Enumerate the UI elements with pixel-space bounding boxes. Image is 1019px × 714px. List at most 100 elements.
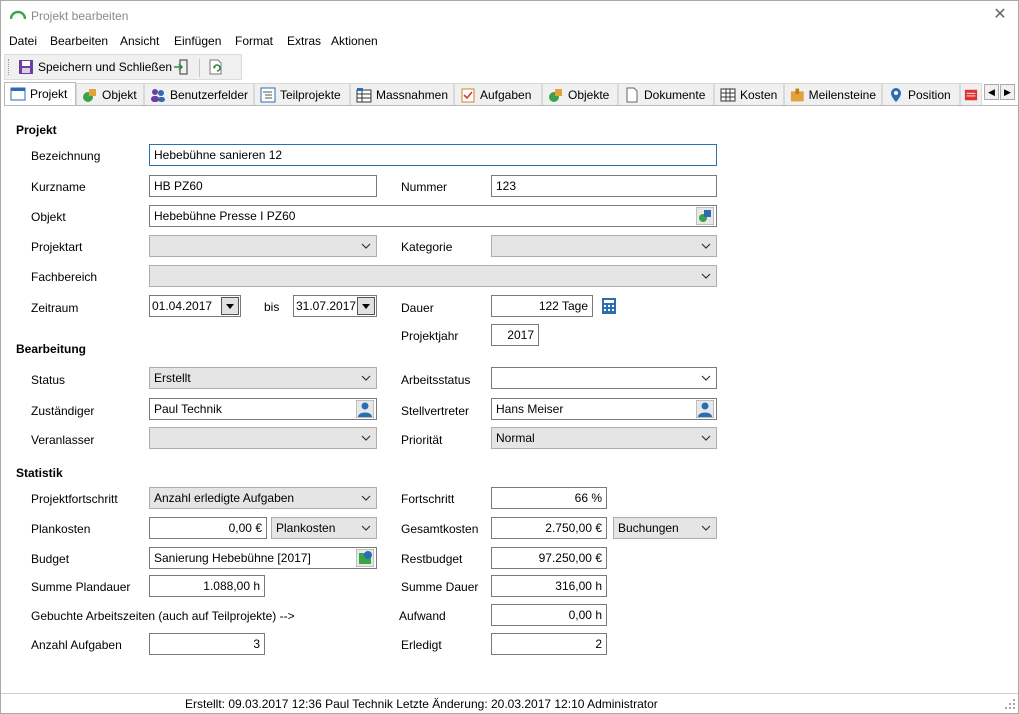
date-from-input[interactable]: 01.04.2017 (149, 295, 241, 317)
dauer-input[interactable]: 122 Tage (491, 295, 593, 317)
resize-grip-icon[interactable] (1004, 698, 1016, 710)
erledigt-input[interactable]: 2 (491, 633, 607, 655)
date-from-value: 01.04.2017 (152, 299, 213, 313)
anzahl-aufgaben-input[interactable]: 3 (149, 633, 265, 655)
tab-massnahmen[interactable]: Massnahmen (350, 83, 454, 105)
bis-label: bis (264, 300, 280, 314)
save-icon (19, 60, 33, 74)
projektfortschritt-label: Projektfortschritt (31, 492, 118, 506)
kurzname-label: Kurzname (31, 180, 86, 194)
budget-input[interactable]: Sanierung Hebebühne [2017] (149, 547, 377, 569)
document-icon (626, 87, 638, 102)
status-select[interactable]: Erstellt (149, 367, 377, 389)
aufwand-label: Aufwand (399, 609, 446, 623)
menu-bearbeiten[interactable]: Bearbeiten (50, 34, 108, 48)
objekt-input[interactable]: Hebebühne Presse I PZ60 (149, 205, 717, 227)
projektart-select[interactable] (149, 235, 377, 257)
zustaendiger-value: Paul Technik (154, 402, 222, 416)
tab-label: Position (908, 87, 951, 102)
close-icon[interactable]: ✕ (990, 5, 1010, 25)
tab-position[interactable]: Position (882, 83, 960, 105)
toolbar-grip[interactable] (8, 59, 10, 75)
exit-icon[interactable] (173, 59, 189, 75)
stellvertreter-label: Stellvertreter (401, 404, 470, 418)
date-to-dropdown-button[interactable] (357, 297, 375, 315)
tab-aufgaben[interactable]: Aufgaben (454, 83, 542, 105)
restbudget-label: Restbudget (401, 552, 463, 566)
menu-ansicht[interactable]: Ansicht (120, 34, 159, 48)
tab-teilprojekte[interactable]: Teilprojekte (254, 83, 350, 105)
zustaendiger-input[interactable]: Paul Technik (149, 398, 377, 420)
summe-dauer-input[interactable]: 316,00 h (491, 575, 607, 597)
date-to-value: 31.07.2017 (296, 299, 357, 313)
menu-extras[interactable]: Extras (287, 34, 321, 48)
restbudget-input[interactable]: 97.250,00 € (491, 547, 607, 569)
veranlasser-select[interactable] (149, 427, 377, 449)
prioritaet-select[interactable]: Normal (491, 427, 717, 449)
bezeichnung-label: Bezeichnung (31, 149, 101, 163)
tab-projekt[interactable]: Projekt (4, 82, 76, 105)
calculator-icon[interactable] (602, 298, 616, 314)
chevron-down-icon (361, 375, 371, 381)
summe-plandauer-input[interactable]: 1.088,00 h (149, 575, 265, 597)
tab-objekte[interactable]: Objekte (542, 83, 618, 105)
menu-einfuegen[interactable]: Einfügen (174, 34, 221, 48)
tab-benutzerfelder[interactable]: Benutzerfelder (144, 83, 254, 105)
tab-scroll-right-icon[interactable]: ▶ (1000, 84, 1015, 100)
tab-label: Dokumente (644, 87, 706, 102)
person-picker-icon[interactable] (696, 400, 714, 418)
tab-label: Objekte (568, 87, 610, 102)
fachbereich-select[interactable] (149, 265, 717, 287)
chevron-down-icon (701, 525, 711, 531)
summe-dauer-label: Summe Dauer (401, 580, 479, 594)
tab-label: Kosten (740, 87, 778, 102)
menu-format[interactable]: Format (235, 34, 273, 48)
tab-dokumente[interactable]: Dokumente (618, 83, 714, 105)
objects-icon (549, 88, 562, 102)
fortschritt-input[interactable]: 66 % (491, 487, 607, 509)
chevron-down-icon (701, 243, 711, 249)
tab-label: Aufgaben (480, 87, 532, 102)
gesamtkosten-input[interactable]: 2.750,00 € (491, 517, 607, 539)
refresh-document-icon[interactable] (208, 59, 224, 75)
menu-aktionen[interactable]: Aktionen (331, 34, 378, 48)
stellvertreter-input[interactable]: Hans Meiser (491, 398, 717, 420)
object-icon (83, 88, 96, 102)
budget-picker-icon[interactable] (356, 549, 374, 567)
report-icon (964, 89, 978, 100)
bezeichnung-input[interactable]: Hebebühne sanieren 12 (149, 144, 717, 166)
date-to-input[interactable]: 31.07.2017 (293, 295, 377, 317)
menu-datei[interactable]: Datei (9, 34, 37, 48)
tab-kosten[interactable]: Kosten (714, 83, 784, 105)
tab-objekt[interactable]: Objekt (76, 83, 144, 105)
object-picker-icon[interactable] (696, 207, 714, 225)
budget-label: Budget (31, 552, 70, 566)
projektfortschritt-select[interactable]: Anzahl erledigte Aufgaben (149, 487, 377, 509)
tab-overflow[interactable] (960, 83, 982, 105)
status-text: Erstellt: 09.03.2017 12:36 Paul Technik … (185, 697, 658, 711)
chevron-down-icon (701, 273, 711, 279)
tab-label: Meilensteine (808, 87, 876, 102)
person-picker-icon[interactable] (356, 400, 374, 418)
aufwand-input[interactable]: 0,00 h (491, 604, 607, 626)
projektjahr-input[interactable]: 2017 (491, 324, 539, 346)
date-from-dropdown-button[interactable] (221, 297, 239, 315)
tab-scroll-left-icon[interactable]: ◀ (984, 84, 999, 100)
gesamtkosten-mode-value: Buchungen (618, 521, 679, 535)
save-and-close-button[interactable]: Speichern und Schließen (16, 57, 174, 77)
gesamtkosten-mode-select[interactable]: Buchungen (613, 517, 717, 539)
kategorie-label: Kategorie (401, 240, 453, 254)
section-bearbeitung: Bearbeitung (16, 342, 87, 356)
anzahl-aufgaben-label: Anzahl Aufgaben (31, 638, 122, 652)
kurzname-input[interactable]: HB PZ60 (149, 175, 377, 197)
tab-meilensteine[interactable]: Meilensteine (784, 83, 882, 105)
tab-label: Teilprojekte (280, 87, 341, 102)
stellvertreter-value: Hans Meiser (496, 402, 564, 416)
arbeitsstatus-select[interactable] (491, 367, 717, 389)
plankosten-mode-select[interactable]: Plankosten (271, 517, 377, 539)
kategorie-select[interactable] (491, 235, 717, 257)
nummer-input[interactable]: 123 (491, 175, 717, 197)
window-title: Projekt bearbeiten (31, 9, 129, 23)
plankosten-input[interactable]: 0,00 € (149, 517, 267, 539)
fortschritt-label: Fortschritt (401, 492, 455, 506)
